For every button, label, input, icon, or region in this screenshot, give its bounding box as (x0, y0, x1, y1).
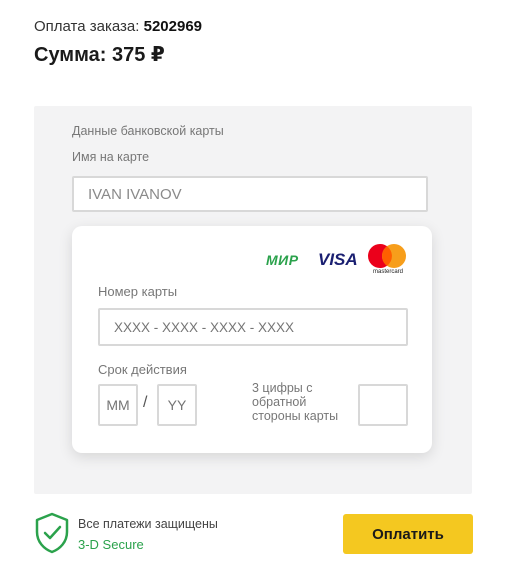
card-form-panel: Данные банковской карты Имя на карте МИР… (34, 106, 472, 494)
card-number-label: Номер карты (98, 284, 178, 299)
cvv-label: 3 цифры с обратной стороны карты (252, 381, 339, 423)
holder-label: Имя на карте (72, 150, 150, 164)
cardholder-name-input[interactable] (72, 176, 428, 212)
expiry-year-input[interactable] (157, 384, 197, 426)
mir-logo: МИР (266, 252, 299, 268)
order-sum: Сумма: 375 ₽ (34, 44, 165, 66)
shield-check-icon (35, 512, 69, 554)
expiry-separator: / (143, 394, 148, 411)
section-title: Данные банковской карты (72, 124, 224, 138)
order-info: Оплата заказа: 5202969 (34, 18, 202, 35)
order-number: 5202969 (143, 18, 203, 35)
order-label: Оплата заказа: (34, 18, 140, 35)
secure-badge: 3-D Secure (78, 537, 144, 552)
card-details: МИР VISA mastercard Номер карты Срок дей… (72, 226, 432, 453)
expiry-label: Срок действия (98, 362, 187, 377)
security-text: Все платежи защищены (78, 517, 218, 531)
pay-button[interactable]: Оплатить (343, 514, 473, 554)
cvv-input[interactable] (358, 384, 408, 426)
mastercard-label: mastercard (372, 269, 403, 275)
visa-logo: VISA (318, 250, 358, 269)
card-number-input[interactable] (98, 308, 408, 346)
expiry-month-input[interactable] (98, 384, 138, 426)
